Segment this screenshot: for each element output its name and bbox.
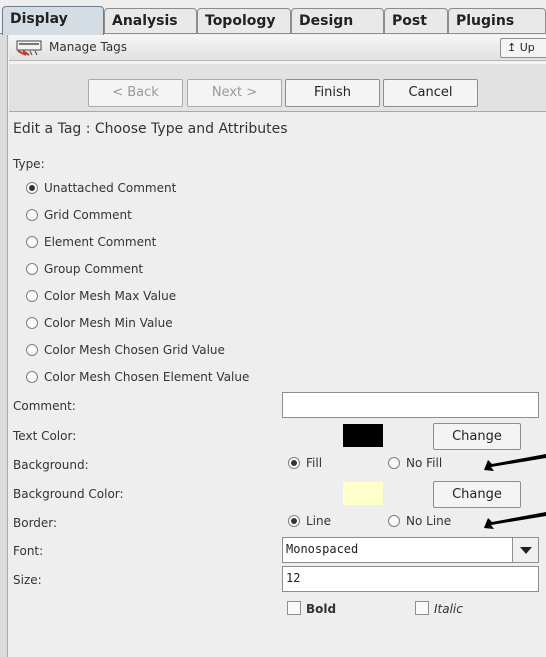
radio-grid-comment[interactable]: Grid Comment <box>26 208 132 226</box>
finish-button[interactable]: Finish <box>285 79 380 107</box>
tag-icon <box>16 40 42 56</box>
radio-color-mesh-grid[interactable]: Color Mesh Chosen Grid Value <box>26 343 225 361</box>
tab-plugins[interactable]: Plugins <box>448 8 546 34</box>
border-no-line-option[interactable]: No Line <box>388 514 451 528</box>
radio-label: Grid Comment <box>44 208 132 222</box>
annotation-arrows <box>484 454 546 529</box>
radio-button[interactable] <box>388 457 400 469</box>
tab-label: Analysis <box>112 13 178 29</box>
checkbox-label: Italic <box>434 602 463 616</box>
radio-button[interactable] <box>288 515 300 527</box>
radio-label: Color Mesh Max Value <box>44 289 177 303</box>
tab-post[interactable]: Post <box>384 8 448 34</box>
italic-checkbox[interactable]: Italic <box>415 601 463 616</box>
tab-analysis[interactable]: Analysis <box>104 8 197 34</box>
page-title: Edit a Tag : Choose Type and Attributes <box>13 121 288 137</box>
radio-element-comment[interactable]: Element Comment <box>26 235 156 253</box>
background-color-label: Background Color: <box>13 487 124 501</box>
chevron-down-icon[interactable] <box>512 537 539 563</box>
radio-button[interactable] <box>26 236 38 248</box>
text-color-label: Text Color: <box>13 429 77 443</box>
wizard-button-bar: < Back Next > Finish Cancel <box>9 62 546 112</box>
type-label: Type: <box>13 157 45 171</box>
panel-titlebar: Manage Tags ↥ Up <box>9 35 546 61</box>
radio-label: Color Mesh Chosen Element Value <box>44 370 250 384</box>
size-input[interactable]: 12 <box>282 566 539 592</box>
radio-label: Color Mesh Min Value <box>44 316 173 330</box>
tab-label: Post <box>392 13 427 29</box>
radio-label: Group Comment <box>44 262 144 276</box>
panel-title: Manage Tags <box>49 40 128 54</box>
option-label: No Line <box>406 514 452 528</box>
radio-button[interactable] <box>388 515 400 527</box>
radio-button[interactable] <box>26 344 38 356</box>
radio-button[interactable] <box>26 290 38 302</box>
font-select[interactable]: Monospaced <box>282 537 513 563</box>
checkbox-box[interactable] <box>415 601 429 615</box>
font-label: Font: <box>13 544 44 558</box>
background-fill-option[interactable]: Fill <box>288 456 322 470</box>
tab-label: Plugins <box>456 13 515 29</box>
radio-color-mesh-min[interactable]: Color Mesh Min Value <box>26 316 173 334</box>
radio-button[interactable] <box>26 317 38 329</box>
panel-left-border <box>0 34 8 657</box>
tab-bar: Display Analysis Topology Design Post Pl… <box>0 0 546 35</box>
size-label: Size: <box>13 573 42 587</box>
radio-group-comment[interactable]: Group Comment <box>26 262 143 280</box>
radio-color-mesh-element[interactable]: Color Mesh Chosen Element Value <box>26 370 249 388</box>
comment-label: Comment: <box>13 399 76 413</box>
checkbox-label: Bold <box>306 602 337 616</box>
tab-topology[interactable]: Topology <box>197 8 291 34</box>
next-button[interactable]: Next > <box>187 79 282 107</box>
tab-label: Display <box>10 11 68 27</box>
back-button[interactable]: < Back <box>88 79 183 107</box>
border-line-option[interactable]: Line <box>288 514 331 528</box>
background-color-swatch <box>343 482 383 505</box>
radio-label: Unattached Comment <box>44 181 177 195</box>
radio-label: Element Comment <box>44 235 157 249</box>
tab-label: Design <box>299 13 354 29</box>
option-label: Fill <box>306 456 323 470</box>
cancel-button[interactable]: Cancel <box>383 79 478 107</box>
radio-button[interactable] <box>26 263 38 275</box>
radio-label: Color Mesh Chosen Grid Value <box>44 343 225 357</box>
background-label: Background: <box>13 458 89 472</box>
text-color-swatch <box>343 424 383 447</box>
radio-button[interactable] <box>26 209 38 221</box>
checkbox-box[interactable] <box>287 601 301 615</box>
radio-button[interactable] <box>288 457 300 469</box>
tab-design[interactable]: Design <box>291 8 384 34</box>
radio-button[interactable] <box>26 182 38 194</box>
option-label: Line <box>306 514 332 528</box>
tab-label: Topology <box>205 13 276 29</box>
comment-input[interactable] <box>282 392 539 418</box>
arrow-icon <box>484 512 546 529</box>
radio-button[interactable] <box>26 371 38 383</box>
arrow-icon <box>484 454 546 471</box>
tab-display[interactable]: Display <box>2 6 104 35</box>
border-label: Border: <box>13 516 58 530</box>
up-button[interactable]: ↥ Up <box>500 38 546 58</box>
up-button-label: ↥ Up <box>507 41 535 54</box>
radio-color-mesh-max[interactable]: Color Mesh Max Value <box>26 289 176 307</box>
background-no-fill-option[interactable]: No Fill <box>388 456 442 470</box>
option-label: No Fill <box>406 456 443 470</box>
radio-unattached-comment[interactable]: Unattached Comment <box>26 181 176 199</box>
bold-checkbox[interactable]: Bold <box>287 601 336 616</box>
